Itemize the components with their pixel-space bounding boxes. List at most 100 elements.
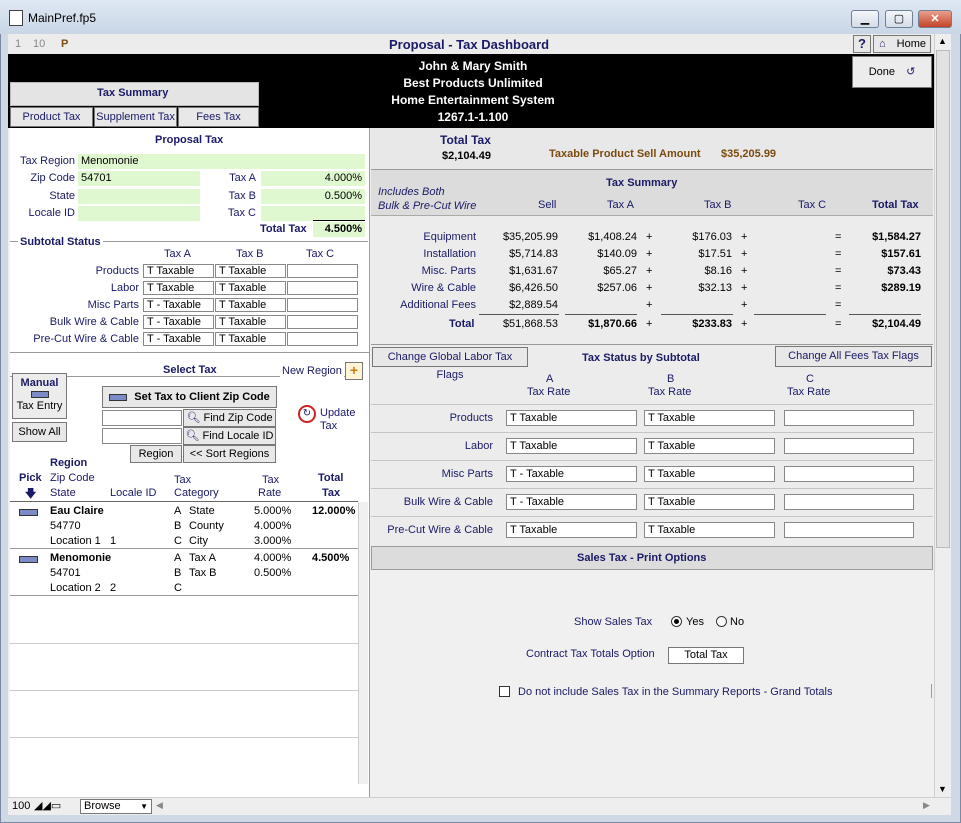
subtotal-tax-c-field[interactable] xyxy=(287,332,358,346)
print-options-panel xyxy=(371,571,933,797)
mode-label: Browse xyxy=(84,800,121,812)
tax-b-value: 0.500% xyxy=(324,190,362,202)
subtotal-tax-c-field[interactable] xyxy=(287,315,358,329)
manual-tax-entry-button[interactable]: Manual Tax Entry xyxy=(12,373,67,419)
close-button[interactable]: ✕ xyxy=(918,10,952,28)
help-button[interactable]: ? xyxy=(853,35,871,53)
region-list-scrollbar[interactable] xyxy=(358,502,368,784)
tax-region-field[interactable]: Menomonie xyxy=(78,154,365,169)
region-empty-row-divider xyxy=(10,690,358,691)
find-locale-input[interactable] xyxy=(102,428,182,444)
status-tax-c-field[interactable] xyxy=(784,466,914,482)
subtotal-tax-a-field[interactable]: T - Taxable xyxy=(143,332,214,346)
subtotal-tax-c-field[interactable] xyxy=(287,264,358,278)
status-tax-c-field[interactable] xyxy=(784,438,914,454)
maximize-button[interactable]: ▢ xyxy=(885,10,913,28)
status-tax-b-field[interactable]: T Taxable xyxy=(644,410,775,426)
subtotal-tax-a-field[interactable]: T Taxable xyxy=(143,281,214,295)
status-row-divider xyxy=(371,404,933,405)
change-fees-flags-button[interactable]: Change All Fees Tax Flags xyxy=(775,346,932,367)
tab-supplement-tax[interactable]: Supplement Tax xyxy=(94,107,177,127)
update-tax-label[interactable]: Tax xyxy=(320,420,337,432)
find-locale-button[interactable]: 🔍︎ Find Locale ID xyxy=(183,427,276,445)
new-region-label: New Region xyxy=(280,365,344,377)
status-tax-c-field[interactable] xyxy=(784,494,914,510)
tax-a-field[interactable]: 4.000% xyxy=(261,171,365,186)
exclude-sales-tax-label: Do not include Sales Tax in the Summary … xyxy=(518,686,833,698)
new-region-button[interactable]: + xyxy=(345,362,363,380)
vertical-scrollbar[interactable]: ▲ ▼ xyxy=(934,34,951,797)
subtotal-tax-b-field[interactable]: T Taxable xyxy=(215,298,286,312)
show-sales-tax-no-radio[interactable] xyxy=(716,616,727,627)
status-col-a: A xyxy=(546,373,554,385)
summary-row-eq: = xyxy=(835,282,842,294)
tax-b-field[interactable]: 0.500% xyxy=(261,189,365,204)
status-tax-c-field[interactable] xyxy=(784,522,914,538)
subtotal-tax-b-field[interactable]: T Taxable xyxy=(215,332,286,346)
status-tax-b-field[interactable]: T Taxable xyxy=(644,466,775,482)
home-button[interactable]: ⌂ Home xyxy=(873,35,931,53)
scroll-thumb[interactable] xyxy=(936,50,950,548)
status-tax-c-field[interactable] xyxy=(784,410,914,426)
tax-summary-tab-title: Tax Summary xyxy=(97,87,169,99)
status-row-label: Products xyxy=(449,412,493,424)
region-location: Location 1 xyxy=(50,535,101,547)
region-pick-pointer-icon[interactable] xyxy=(19,556,38,563)
scroll-up-icon[interactable]: ▲ xyxy=(938,36,947,46)
mode-select[interactable]: Browse ▼ xyxy=(80,799,152,814)
tax-c-field[interactable] xyxy=(261,206,365,221)
subtotal-tax-a-field[interactable]: T Taxable xyxy=(143,264,214,278)
subtotal-tax-c-field[interactable] xyxy=(287,298,358,312)
set-tax-button[interactable]: Set Tax to Client Zip Code xyxy=(102,386,277,408)
summary-total-plus-a: + xyxy=(646,318,653,330)
status-row-divider xyxy=(371,488,933,489)
state-field[interactable] xyxy=(78,189,200,204)
subtotal-tax-b-field[interactable]: T Taxable xyxy=(215,281,286,295)
region-sort-button[interactable]: Region xyxy=(130,445,182,463)
status-tax-b-field[interactable]: T Taxable xyxy=(644,522,775,538)
find-zip-button[interactable]: 🔍︎ Find Zip Code xyxy=(183,409,276,427)
change-labor-flags-button[interactable]: Change Global Labor Tax Flags xyxy=(372,347,528,381)
status-bar: 100 ◢◢▭ Browse ▼ ◀ ▶ xyxy=(8,797,951,815)
subtotal-tax-b-field[interactable]: T Taxable xyxy=(215,315,286,329)
zoom-level[interactable]: 100 xyxy=(12,800,30,812)
minimize-button[interactable]: ▁ xyxy=(851,10,879,28)
chevron-down-icon: ▼ xyxy=(140,802,148,811)
summary-row-tax-a: $140.09 xyxy=(597,248,637,260)
subtotal-tax-a-field[interactable]: T - Taxable xyxy=(143,315,214,329)
subtotal-tax-a-field[interactable]: T - Taxable xyxy=(143,298,214,312)
scroll-right-icon[interactable]: ▶ xyxy=(923,800,930,811)
scroll-left-icon[interactable]: ◀ xyxy=(156,800,163,811)
tab-fees-tax[interactable]: Fees Tax xyxy=(178,107,259,127)
print-panel-divider xyxy=(931,684,932,698)
subtotal-tax-b-field[interactable]: T Taxable xyxy=(215,264,286,278)
proposal-number: 1267.1-1.100 xyxy=(437,110,509,124)
find-zip-input[interactable] xyxy=(102,410,182,426)
status-tax-a-field[interactable]: T Taxable xyxy=(506,438,637,454)
contract-tax-select[interactable]: Total Tax xyxy=(668,647,744,664)
done-button[interactable]: Done ↺ xyxy=(852,56,932,88)
region-name: Eau Claire xyxy=(50,505,104,517)
sort-regions-button[interactable]: << Sort Regions xyxy=(183,445,276,463)
select-tax-title: Select Tax xyxy=(160,364,220,376)
subtotal-tax-c-field[interactable] xyxy=(287,281,358,295)
update-label[interactable]: Update xyxy=(320,407,355,419)
status-tax-b-field[interactable]: T Taxable xyxy=(644,438,775,454)
status-tax-a-field[interactable]: T - Taxable xyxy=(506,466,637,482)
tab-product-tax[interactable]: Product Tax xyxy=(10,107,93,127)
exclude-sales-tax-checkbox[interactable] xyxy=(499,686,510,697)
status-tax-a-field[interactable]: T Taxable xyxy=(506,522,637,538)
region-pick-pointer-icon[interactable] xyxy=(19,509,38,516)
scroll-down-icon[interactable]: ▼ xyxy=(938,784,947,794)
zoom-icons[interactable]: ◢◢▭ xyxy=(34,799,61,812)
locale-id-field[interactable] xyxy=(78,206,200,221)
summary-row-label: Installation xyxy=(423,248,476,260)
status-tax-a-field[interactable]: T - Taxable xyxy=(506,494,637,510)
zip-code-field[interactable]: 54701 xyxy=(78,171,200,186)
summary-row-label: Additional Fees xyxy=(400,299,476,311)
update-tax-icon[interactable]: ↻ xyxy=(298,405,316,423)
status-tax-b-field[interactable]: T Taxable xyxy=(644,494,775,510)
show-all-button[interactable]: Show All xyxy=(12,422,67,442)
show-sales-tax-yes-radio[interactable] xyxy=(671,616,682,627)
status-tax-a-field[interactable]: T Taxable xyxy=(506,410,637,426)
